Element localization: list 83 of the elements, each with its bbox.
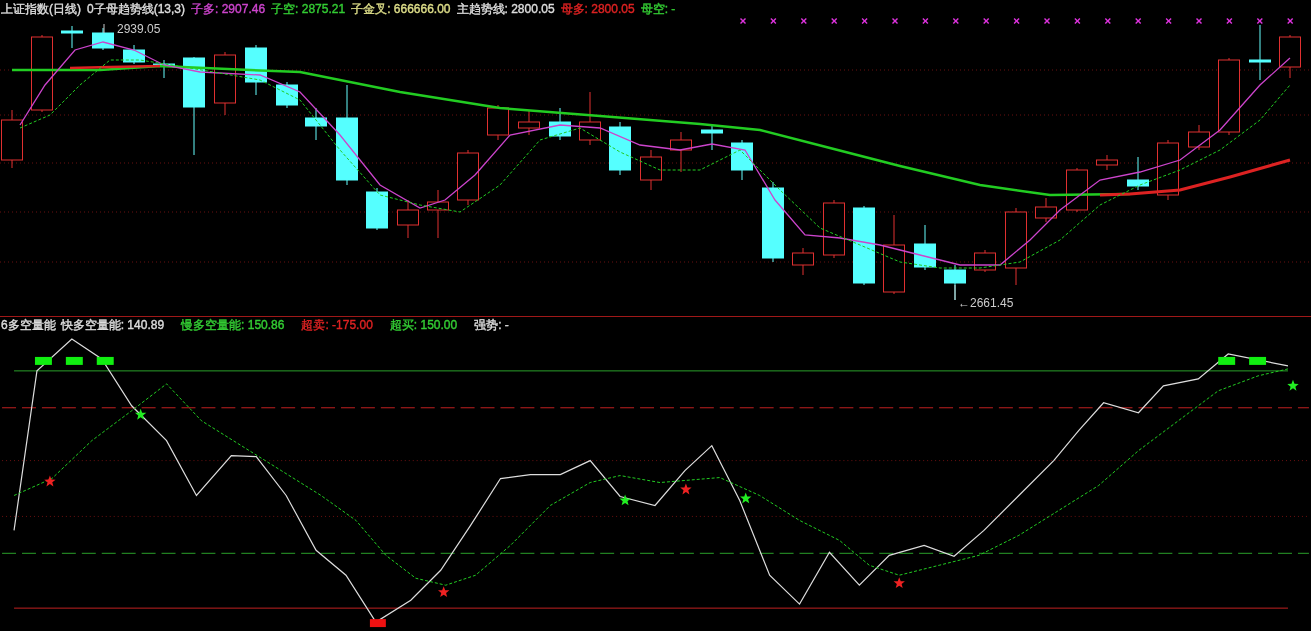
indicator-name: 0子母趋势线(13,3)	[87, 0, 186, 18]
legend-value: 母多: 2800.05	[560, 0, 635, 18]
signal-bar	[96, 356, 114, 365]
candlestick	[457, 149, 479, 206]
legend-value: 超卖: -175.00	[301, 317, 373, 335]
candlestick	[1127, 156, 1149, 191]
candlestick	[1279, 34, 1301, 79]
cross-marker-icon	[952, 18, 959, 25]
candlestick	[1249, 24, 1271, 81]
star-icon	[680, 483, 692, 495]
candlestick	[397, 199, 419, 239]
legend-value: 慢多空量能: 150.86	[181, 317, 285, 335]
cross-marker-icon	[1226, 18, 1233, 25]
candlestick	[366, 187, 388, 231]
candlestick	[245, 44, 267, 96]
candlestick	[579, 91, 601, 146]
cross-marker-icon	[1043, 18, 1051, 25]
cross-marker-icon	[861, 18, 868, 25]
candlestick	[609, 121, 631, 176]
cross-marker-icon	[1165, 18, 1172, 25]
candlestick	[61, 25, 83, 49]
cross-marker-icon	[739, 18, 747, 25]
candlestick	[549, 107, 571, 141]
candlestick	[792, 247, 814, 276]
cross-marker-icon	[831, 18, 838, 25]
cross-marker-icon	[1195, 18, 1203, 25]
price-label: 2939.05	[117, 22, 161, 36]
candlestick	[823, 199, 845, 259]
cross-marker-icon	[1135, 18, 1142, 25]
star-icon	[134, 408, 147, 420]
signal-bar	[1218, 356, 1236, 365]
legend-value: 强势: -	[474, 317, 509, 335]
star-icon	[44, 475, 56, 487]
signal-bar	[65, 356, 83, 365]
legend-value: 子金叉: 666666.00	[351, 0, 451, 18]
legend-value: 快多空量能: 140.89	[60, 317, 165, 335]
candlestick	[1157, 139, 1179, 201]
cross-marker-icon	[1013, 18, 1020, 25]
legend-value: 母空: -	[640, 0, 676, 18]
legend-value: 主趋势线: 2800.05	[456, 0, 555, 18]
cross-marker-icon	[1104, 18, 1111, 25]
candlestick	[914, 224, 936, 271]
candlestick	[92, 27, 114, 51]
candlestick	[123, 44, 145, 65]
star-icon	[438, 586, 450, 597]
candlestick	[1096, 154, 1118, 171]
signal-bar	[1249, 356, 1267, 365]
signal-bar	[369, 619, 386, 627]
price-label: ←2661.45	[958, 296, 1014, 310]
signal-bar	[34, 356, 52, 365]
candlestick	[214, 51, 236, 116]
candlestick	[1035, 197, 1057, 223]
cross-marker-icon	[983, 18, 990, 25]
star-icon	[893, 577, 905, 589]
candlestick	[1066, 167, 1088, 213]
cross-marker-icon	[922, 18, 929, 25]
candlestick	[427, 189, 449, 239]
candlestick	[305, 107, 327, 141]
cross-marker-icon	[891, 18, 899, 25]
candlestick	[487, 104, 509, 141]
candlestick	[518, 109, 540, 136]
cross-marker-icon	[800, 18, 807, 25]
legend-value: 子多: 2907.46	[191, 0, 266, 18]
cross-marker-icon	[1074, 18, 1081, 25]
cross-marker-icon	[770, 18, 777, 25]
candlestick	[701, 123, 723, 151]
candlestick	[640, 149, 662, 191]
chart-title: 上证指数(日线)	[1, 0, 81, 18]
indicator-name: 6多空量能	[1, 317, 56, 335]
leader-line	[103, 23, 105, 34]
candlestick	[1188, 124, 1210, 151]
candlestick	[153, 59, 175, 79]
star-icon	[619, 494, 631, 506]
candlestick	[670, 131, 692, 173]
candlestick	[731, 139, 753, 181]
star-icon	[1287, 379, 1299, 391]
legend-value: 超买: 150.00	[389, 317, 458, 335]
legend-value: 子空: 2875.21	[271, 0, 346, 18]
leader-line	[954, 284, 956, 301]
cross-marker-icon	[1287, 18, 1294, 25]
cross-marker-icon	[1256, 18, 1263, 25]
star-icon	[740, 492, 752, 504]
candlestick	[276, 81, 298, 109]
